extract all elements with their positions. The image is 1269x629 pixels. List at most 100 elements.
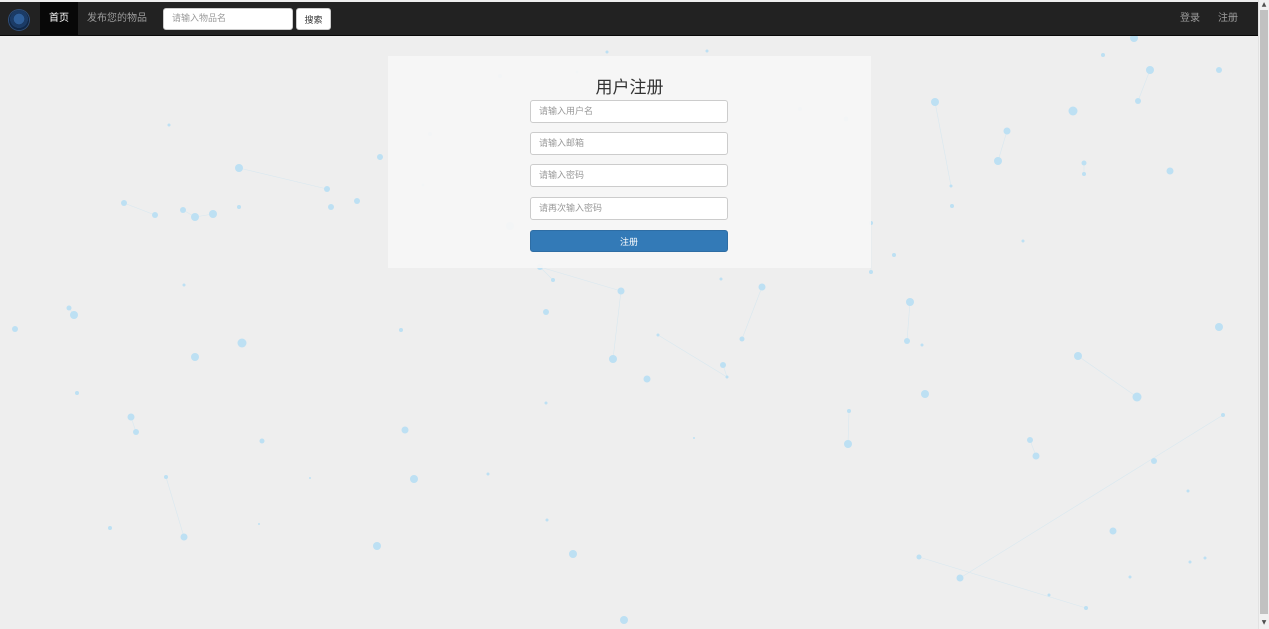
particle-dot (1068, 106, 1078, 116)
top-navbar: 首页 发布您的物品 搜索 登录 注册 (0, 2, 1258, 36)
particle-dot (1215, 323, 1223, 331)
particle-dot (1146, 66, 1154, 74)
particle-dot (121, 200, 127, 206)
particle-dot (1151, 458, 1157, 464)
particle-dot (373, 542, 381, 550)
confirm-password-input[interactable] (530, 197, 728, 220)
particle-dot (75, 391, 79, 395)
particle-dot (847, 409, 851, 413)
register-title: 用户注册 (595, 78, 664, 98)
nav-register-link[interactable]: 注册 (1218, 2, 1238, 35)
username-input[interactable] (530, 100, 728, 123)
particle-dot (1221, 413, 1225, 417)
particle-dot (551, 278, 555, 282)
search-input[interactable] (163, 8, 293, 30)
particle-dot (931, 98, 939, 106)
particle-dot (904, 338, 910, 344)
school-emblem-icon[interactable] (9, 10, 29, 30)
particle-dot (182, 283, 186, 287)
particle-dot (66, 305, 72, 311)
particle-dot (544, 401, 548, 405)
particle-dot (410, 475, 418, 483)
particle-dot (906, 298, 914, 306)
particle-dot (237, 338, 247, 348)
particle-dot (258, 523, 260, 525)
particle-dot (609, 355, 617, 363)
particle-dot (354, 198, 360, 204)
particle-dot (705, 49, 709, 53)
particle-dot (869, 270, 873, 274)
particle-dot (949, 184, 953, 188)
particle-dot (545, 518, 549, 522)
particle-dot (164, 475, 168, 479)
particle-dot (1081, 160, 1087, 166)
particle-dot (892, 253, 896, 257)
particle-dot (543, 309, 549, 315)
particle-dot (127, 413, 135, 421)
particle-dot (133, 429, 139, 435)
particle-dot (152, 212, 158, 218)
particle-dot (739, 336, 745, 342)
particle-dot (920, 343, 924, 347)
email-input[interactable] (530, 132, 728, 155)
page-scrollbar[interactable]: ▲ ▼ (1258, 0, 1269, 629)
particle-dot (180, 207, 186, 213)
particle-dot (1021, 239, 1025, 243)
particle-dot (1047, 593, 1051, 597)
search-button[interactable]: 搜索 (296, 8, 331, 30)
particle-dot (916, 554, 922, 560)
particle-dot (643, 375, 651, 383)
particle-dot (1027, 437, 1033, 443)
particle-dot (377, 154, 383, 160)
particle-dot (328, 204, 334, 210)
particle-dot (1074, 352, 1082, 360)
particle-dot (693, 437, 695, 439)
particle-dot (399, 328, 403, 332)
particle-dot (180, 533, 188, 541)
particle-dot (1109, 527, 1117, 535)
particle-dot (725, 375, 729, 379)
particle-dot (324, 186, 330, 192)
particle-dot (1166, 167, 1174, 175)
particle-dot (1135, 98, 1141, 104)
particle-dot (1101, 53, 1105, 57)
particle-dot (191, 353, 199, 361)
particle-dot (70, 311, 78, 319)
particle-dot (486, 472, 490, 476)
particle-dot (994, 157, 1002, 165)
particle-dot (1188, 560, 1192, 564)
particle-dot (1186, 489, 1190, 493)
particle-dot (620, 616, 628, 624)
particle-dot (921, 390, 929, 398)
nav-home-link[interactable]: 首页 (40, 2, 78, 35)
particle-dot (758, 283, 766, 291)
particle-dot (1132, 392, 1142, 402)
nav-login-link[interactable]: 登录 (1180, 2, 1200, 35)
particle-dot (401, 426, 409, 434)
particle-dot (950, 204, 954, 208)
particle-dot (720, 362, 726, 368)
particle-dot (1082, 172, 1086, 176)
particle-dot (1203, 556, 1207, 560)
particle-dot (235, 164, 243, 172)
particle-dot (1216, 67, 1222, 73)
particle-dot (209, 210, 217, 218)
particle-dot (1084, 606, 1088, 610)
particle-dot (167, 123, 171, 127)
particle-dot (605, 50, 609, 54)
particle-dot (12, 326, 18, 332)
particle-dot (1003, 127, 1011, 135)
particle-dot (191, 213, 199, 221)
scroll-up-arrow-icon[interactable]: ▲ (1260, 1, 1268, 9)
particle-dot (956, 574, 964, 582)
particle-dot (1032, 452, 1040, 460)
scroll-down-arrow-icon[interactable]: ▼ (1260, 619, 1268, 627)
particle-dot (108, 526, 112, 530)
register-submit-button[interactable]: 注册 (530, 230, 728, 252)
particle-dot (237, 205, 241, 209)
password-input[interactable] (530, 164, 728, 187)
particle-dot (656, 333, 660, 337)
nav-publish-link[interactable]: 发布您的物品 (87, 2, 147, 35)
scroll-thumb[interactable] (1260, 10, 1268, 614)
particle-dot (719, 277, 723, 281)
